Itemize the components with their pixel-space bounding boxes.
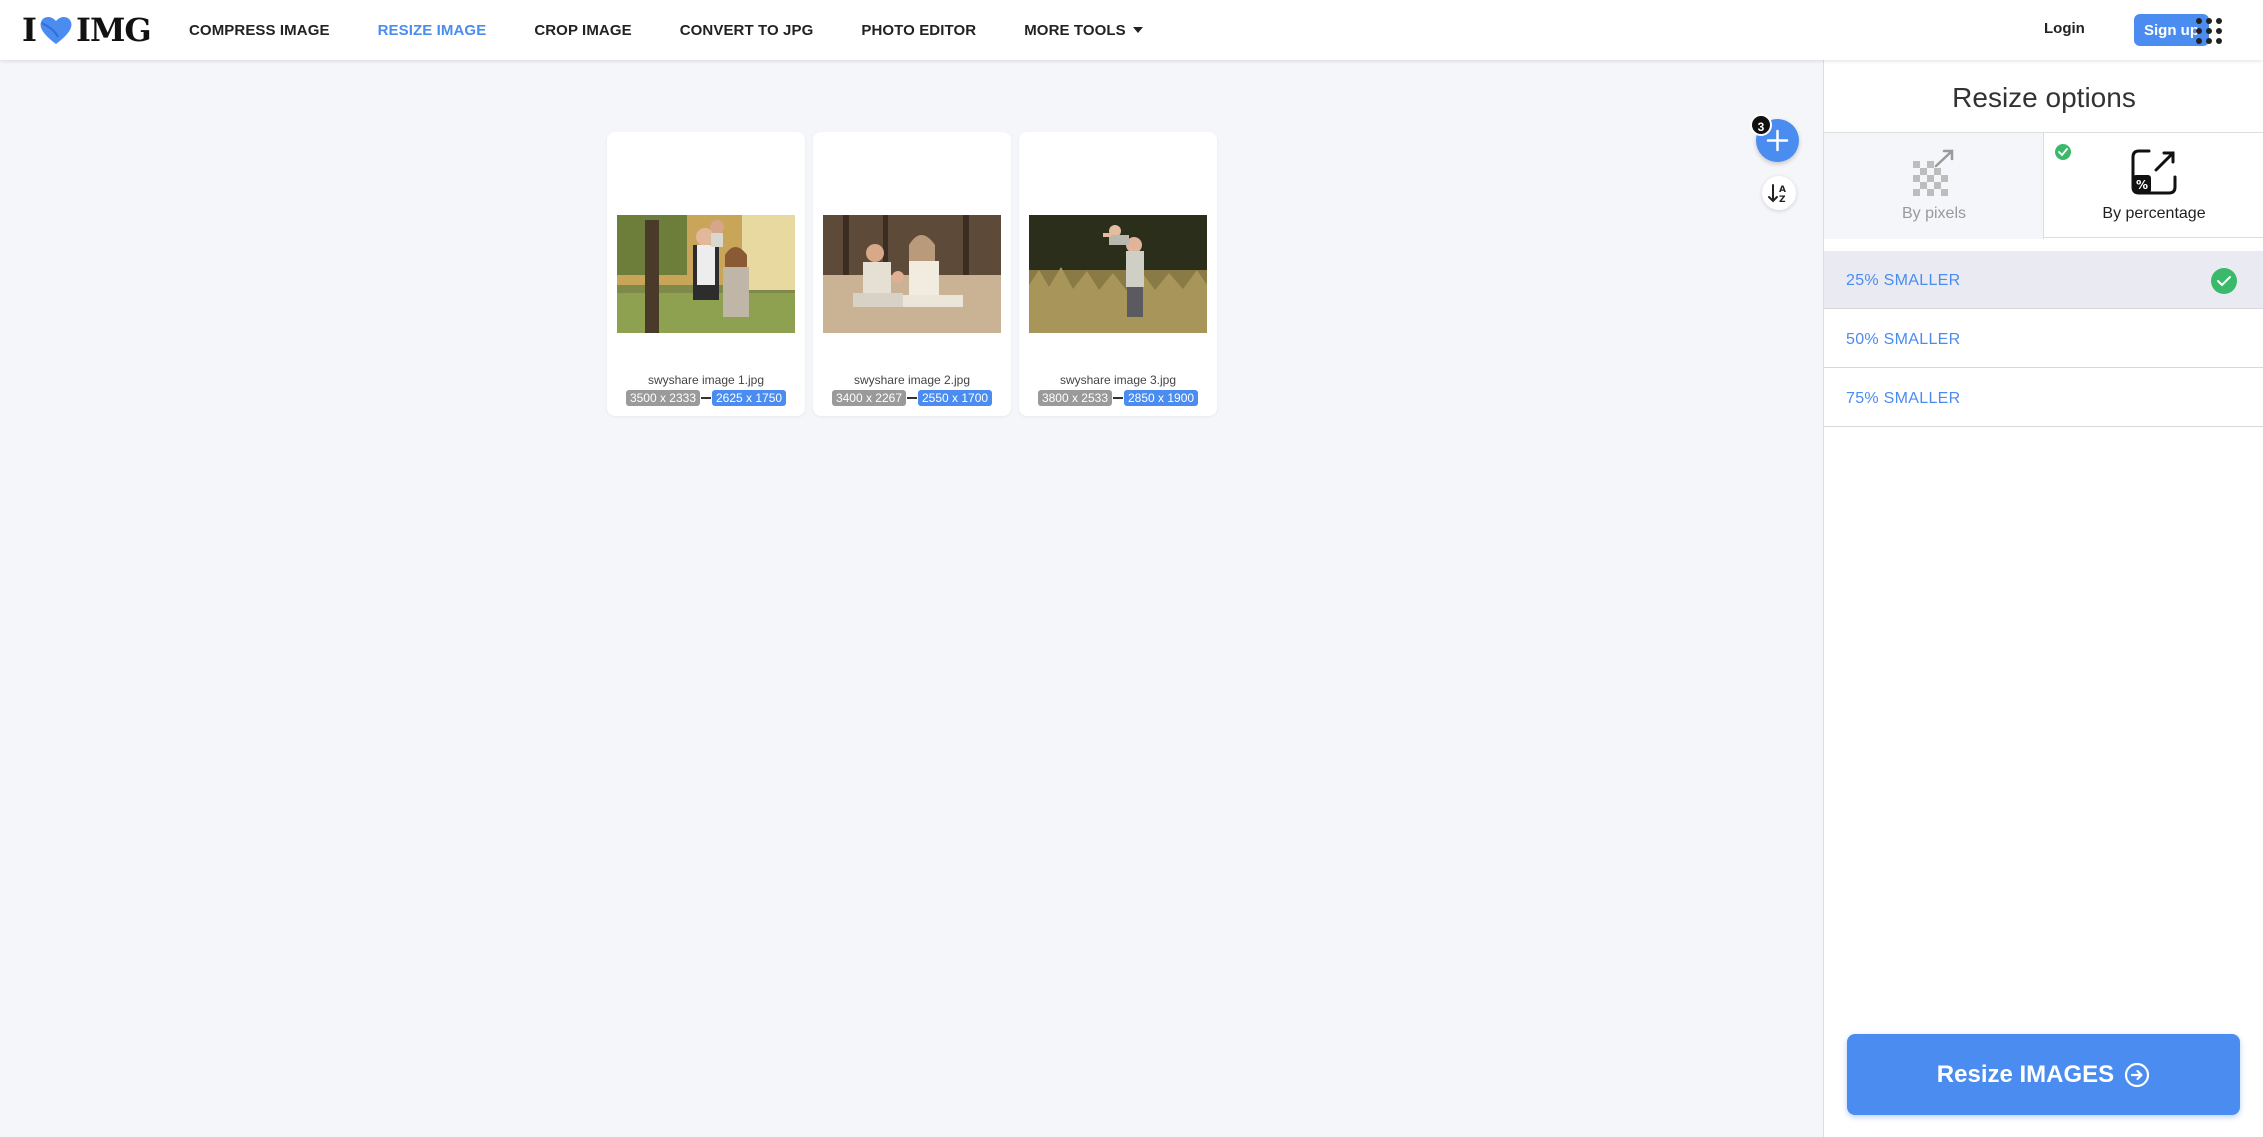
resized-dimensions: 2550 x 1700: [918, 390, 993, 406]
file-dimensions: 3400 x 2267 2550 x 1700: [813, 390, 1011, 406]
main-nav: COMPRESS IMAGE RESIZE IMAGE CROP IMAGE C…: [189, 0, 1191, 60]
nav-more-tools[interactable]: MORE TOOLS: [1024, 22, 1143, 39]
svg-text:%: %: [2136, 178, 2148, 192]
nav-crop-image[interactable]: CROP IMAGE: [534, 22, 631, 39]
option-label: 75% SMALLER: [1846, 390, 1961, 407]
apps-grid-icon[interactable]: [2196, 18, 2222, 44]
arrow-right-circle-icon: [2125, 1062, 2150, 1087]
file-card[interactable]: swyshare image 2.jpg 3400 x 2267 2550 x …: [813, 132, 1011, 416]
tab-label: By pixels: [1901, 205, 1967, 222]
option-label: 25% SMALLER: [1846, 272, 1961, 289]
nav-resize-image[interactable]: RESIZE IMAGE: [378, 22, 487, 39]
tab-label: By percentage: [2102, 205, 2206, 222]
top-navbar: I IMG COMPRESS IMAGE RESIZE IMAGE CROP I…: [0, 0, 2263, 60]
nav-compress-image[interactable]: COMPRESS IMAGE: [189, 22, 330, 39]
original-dimensions: 3800 x 2533: [1037, 390, 1112, 406]
file-card[interactable]: swyshare image 1.jpg 3500 x 2333 2625 x …: [607, 132, 805, 416]
file-count-badge: 3: [1750, 114, 1772, 136]
logo-text-left: I: [22, 11, 37, 49]
selected-check-icon: [2055, 144, 2071, 160]
button-label: Resize IMAGES: [1936, 1060, 2115, 1088]
iloveimg-logo[interactable]: I IMG: [22, 11, 152, 49]
login-link[interactable]: Login: [2044, 20, 2085, 37]
tab-by-percentage[interactable]: % By percentage: [2044, 133, 2263, 239]
tab-by-pixels[interactable]: By pixels: [1824, 133, 2044, 239]
nav-photo-editor[interactable]: PHOTO EDITOR: [861, 22, 976, 39]
resized-dimensions: 2850 x 1900: [1124, 390, 1199, 406]
panel-title: Resize options: [1952, 82, 2136, 113]
resize-options-panel: Resize options By pixels % By percentage…: [1823, 60, 2263, 1137]
original-dimensions: 3500 x 2333: [625, 390, 700, 406]
sort-az-button[interactable]: A Z: [1762, 176, 1796, 210]
file-card[interactable]: swyshare image 3.jpg 3800 x 2533 2850 x …: [1019, 132, 1217, 416]
workspace: swyshare image 1.jpg 3500 x 2333 2625 x …: [0, 60, 1823, 1137]
file-dimensions: 3800 x 2533 2850 x 1900: [1019, 390, 1217, 406]
resized-dimensions: 2625 x 1750: [712, 390, 787, 406]
option-75-smaller[interactable]: 75% SMALLER: [1824, 369, 2263, 427]
original-dimensions: 3400 x 2267: [831, 390, 906, 406]
arrow-icon: [701, 397, 711, 399]
caret-down-icon: [1132, 27, 1143, 33]
svg-text:A: A: [1779, 185, 1786, 195]
percentage-resize-icon: %: [2131, 149, 2177, 195]
logo-text-right: IMG: [75, 11, 152, 49]
heart-icon: [40, 16, 72, 44]
arrow-icon: [907, 397, 917, 399]
resize-mode-tabs: By pixels % By percentage: [1824, 132, 2263, 239]
pixels-resize-icon: [1913, 149, 1954, 196]
file-thumbnail: [1029, 215, 1207, 333]
svg-text:Z: Z: [1779, 195, 1786, 205]
arrow-icon: [1113, 397, 1123, 399]
file-thumbnail: [617, 215, 795, 333]
option-25-smaller[interactable]: 25% SMALLER: [1824, 251, 2263, 309]
resize-images-button[interactable]: Resize IMAGES: [1847, 1034, 2240, 1115]
option-50-smaller[interactable]: 50% SMALLER: [1824, 310, 2263, 368]
file-dimensions: 3500 x 2333 2625 x 1750: [607, 390, 805, 406]
file-name: swyshare image 2.jpg: [853, 373, 971, 387]
option-label: 50% SMALLER: [1846, 331, 1961, 348]
file-thumbnail: [823, 215, 1001, 333]
file-name: swyshare image 3.jpg: [1059, 373, 1177, 387]
check-circle-icon: [2211, 268, 2237, 294]
sort-az-icon: A Z: [1768, 184, 1786, 205]
nav-convert-to-jpg[interactable]: CONVERT TO JPG: [680, 22, 814, 39]
file-name: swyshare image 1.jpg: [647, 373, 765, 387]
